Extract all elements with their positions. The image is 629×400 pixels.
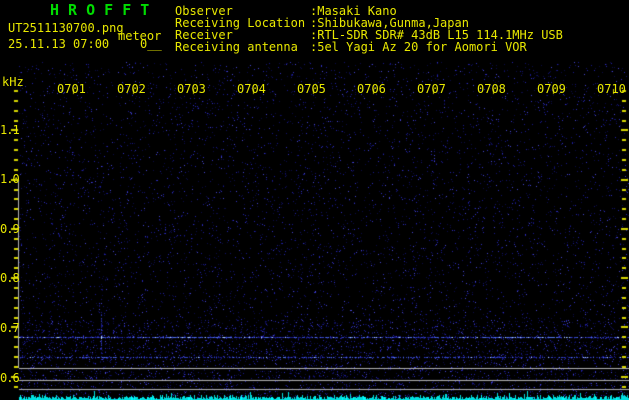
y-tick-label: 0.7 (0, 321, 20, 335)
time-tick-label: 0705 (297, 82, 326, 96)
time-tick-label: 0703 (177, 82, 206, 96)
y-tick-label: 1.1 (0, 123, 20, 137)
time-tick-label: 0702 (117, 82, 146, 96)
y-tick-label: 0.9 (0, 222, 20, 236)
y-tick-label: 0.6 (0, 371, 20, 385)
time-tick-label: 0701 (57, 82, 86, 96)
time-tick-label: 0707 (417, 82, 446, 96)
y-axis-unit-label: kHz (2, 75, 24, 89)
datetime-label: 25.11.13 07:00 (8, 37, 110, 51)
time-tick-label: 0708 (477, 82, 506, 96)
y-tick-label: 0.8 (0, 271, 20, 285)
hrofft-screen: H R O F F T UT2511130700.png meteor 25.1… (0, 0, 629, 400)
time-tick-label: 0709 (537, 82, 566, 96)
time-tick-label: 0704 (237, 82, 266, 96)
antenna-label: Receiving antenna (175, 40, 298, 54)
time-tick-label: 0710 (597, 82, 626, 96)
spectrogram-canvas (0, 60, 629, 400)
filename-label: UT2511130700.png (8, 21, 124, 35)
y-tick-label: 1.0 (0, 172, 20, 186)
time-tick-label: 0706 (357, 82, 386, 96)
echo-counter-label: 0__ (140, 37, 162, 51)
app-title: H R O F F T (50, 1, 150, 19)
antenna-value: :5el Yagi Az 20 for Aomori VOR (310, 40, 527, 54)
